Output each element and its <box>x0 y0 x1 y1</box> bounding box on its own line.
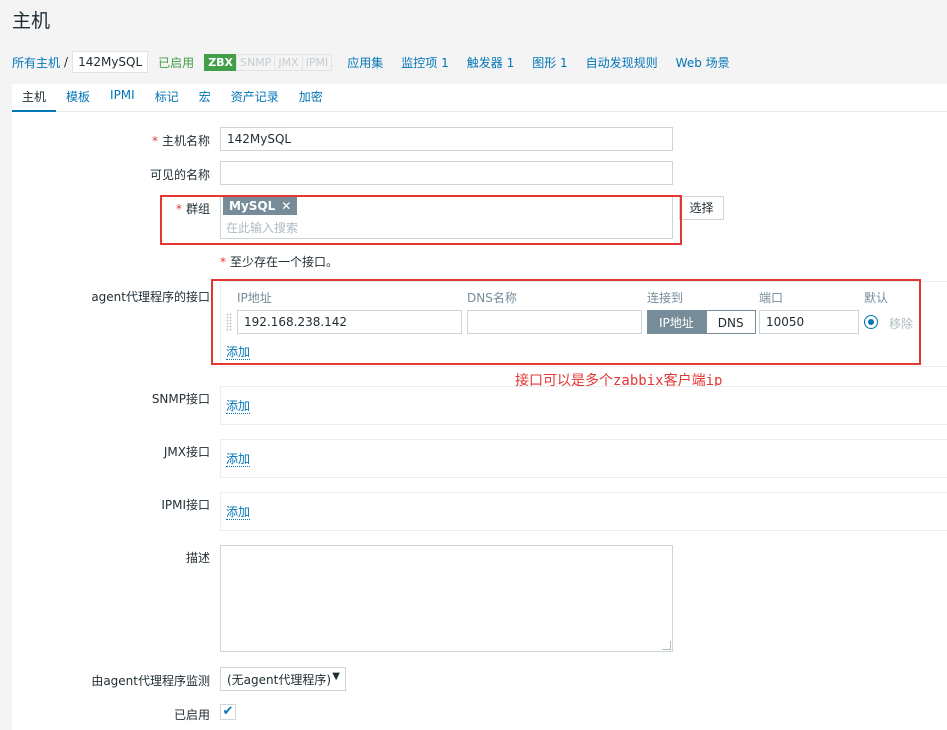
ipmi-interface-label: IPMI接口 <box>161 498 210 512</box>
breadcrumb-all-hosts[interactable]: 所有主机 <box>12 54 60 71</box>
proxy-select[interactable]: (无agent代理程序) ▼ <box>220 667 346 691</box>
enabled-label: 已启用 <box>173 708 210 722</box>
enabled-checkbox[interactable]: ✔ <box>220 704 236 720</box>
groups-highlight-box <box>160 195 682 245</box>
ipmi-add-link[interactable]: 添加 <box>226 505 251 520</box>
availability-ipmi-badge: IPMI <box>301 53 333 71</box>
tab-templates[interactable]: 模板 <box>56 84 100 111</box>
host-name-label: * 主机名称 <box>151 134 210 148</box>
interface-required-note: * 至少存在一个接口。 <box>220 255 339 269</box>
tab-tags[interactable]: 标记 <box>145 84 189 111</box>
nav-applications-link[interactable]: 应用集 <box>347 54 383 71</box>
nav-triggers-link[interactable]: 触发器 1 <box>467 54 514 71</box>
tab-macros[interactable]: 宏 <box>189 84 221 111</box>
tab-ipmi[interactable]: IPMI <box>100 84 145 111</box>
nav-graphs-link[interactable]: 图形 1 <box>532 54 567 71</box>
availability-jmx-badge: JMX <box>274 53 303 71</box>
snmp-interface-label: SNMP接口 <box>151 392 210 406</box>
jmx-interface-label: JMX接口 <box>163 445 210 459</box>
agent-interface-label: agent代理程序的接口 <box>91 290 210 304</box>
description-textarea[interactable] <box>220 545 673 652</box>
jmx-interface-box <box>220 439 947 478</box>
availability-snmp-badge: SNMP <box>236 53 276 71</box>
host-nav-bar: 所有主机 / 142MySQL 已启用 ZBX SNMP JMX IPMI 应用… <box>12 50 748 74</box>
host-name-input[interactable] <box>220 127 673 151</box>
snmp-add-link[interactable]: 添加 <box>226 399 251 414</box>
nav-items-link[interactable]: 监控项 1 <box>401 54 448 71</box>
snmp-interface-box <box>220 386 947 425</box>
description-label: 描述 <box>185 551 210 565</box>
nav-discovery-link[interactable]: 自动发现规则 <box>586 54 658 71</box>
jmx-add-link[interactable]: 添加 <box>226 452 251 467</box>
breadcrumb-current-host: 142MySQL <box>72 51 149 73</box>
tab-encryption[interactable]: 加密 <box>289 84 333 111</box>
ipmi-interface-box <box>220 492 947 531</box>
host-status-enabled[interactable]: 已启用 <box>158 54 194 71</box>
availability-badges: ZBX SNMP JMX IPMI <box>204 53 333 71</box>
visible-name-label: 可见的名称 <box>149 168 210 182</box>
page-title: 主机 <box>12 10 51 32</box>
nav-web-link[interactable]: Web 场景 <box>676 54 730 71</box>
groups-select-button[interactable]: 选择 <box>679 196 724 220</box>
tab-host[interactable]: 主机 <box>12 84 57 112</box>
availability-zbx-badge: ZBX <box>204 53 238 71</box>
tab-inventory[interactable]: 资产记录 <box>221 84 289 111</box>
interface-highlight-box <box>211 279 921 365</box>
form-tabs: 主机 模板 IPMI 标记 宏 资产记录 加密 <box>12 84 947 112</box>
breadcrumb-separator: / <box>64 55 69 69</box>
visible-name-input[interactable] <box>220 161 673 185</box>
proxy-label: 由agent代理程序监测 <box>91 674 210 688</box>
chevron-down-icon: ▼ <box>332 671 340 682</box>
